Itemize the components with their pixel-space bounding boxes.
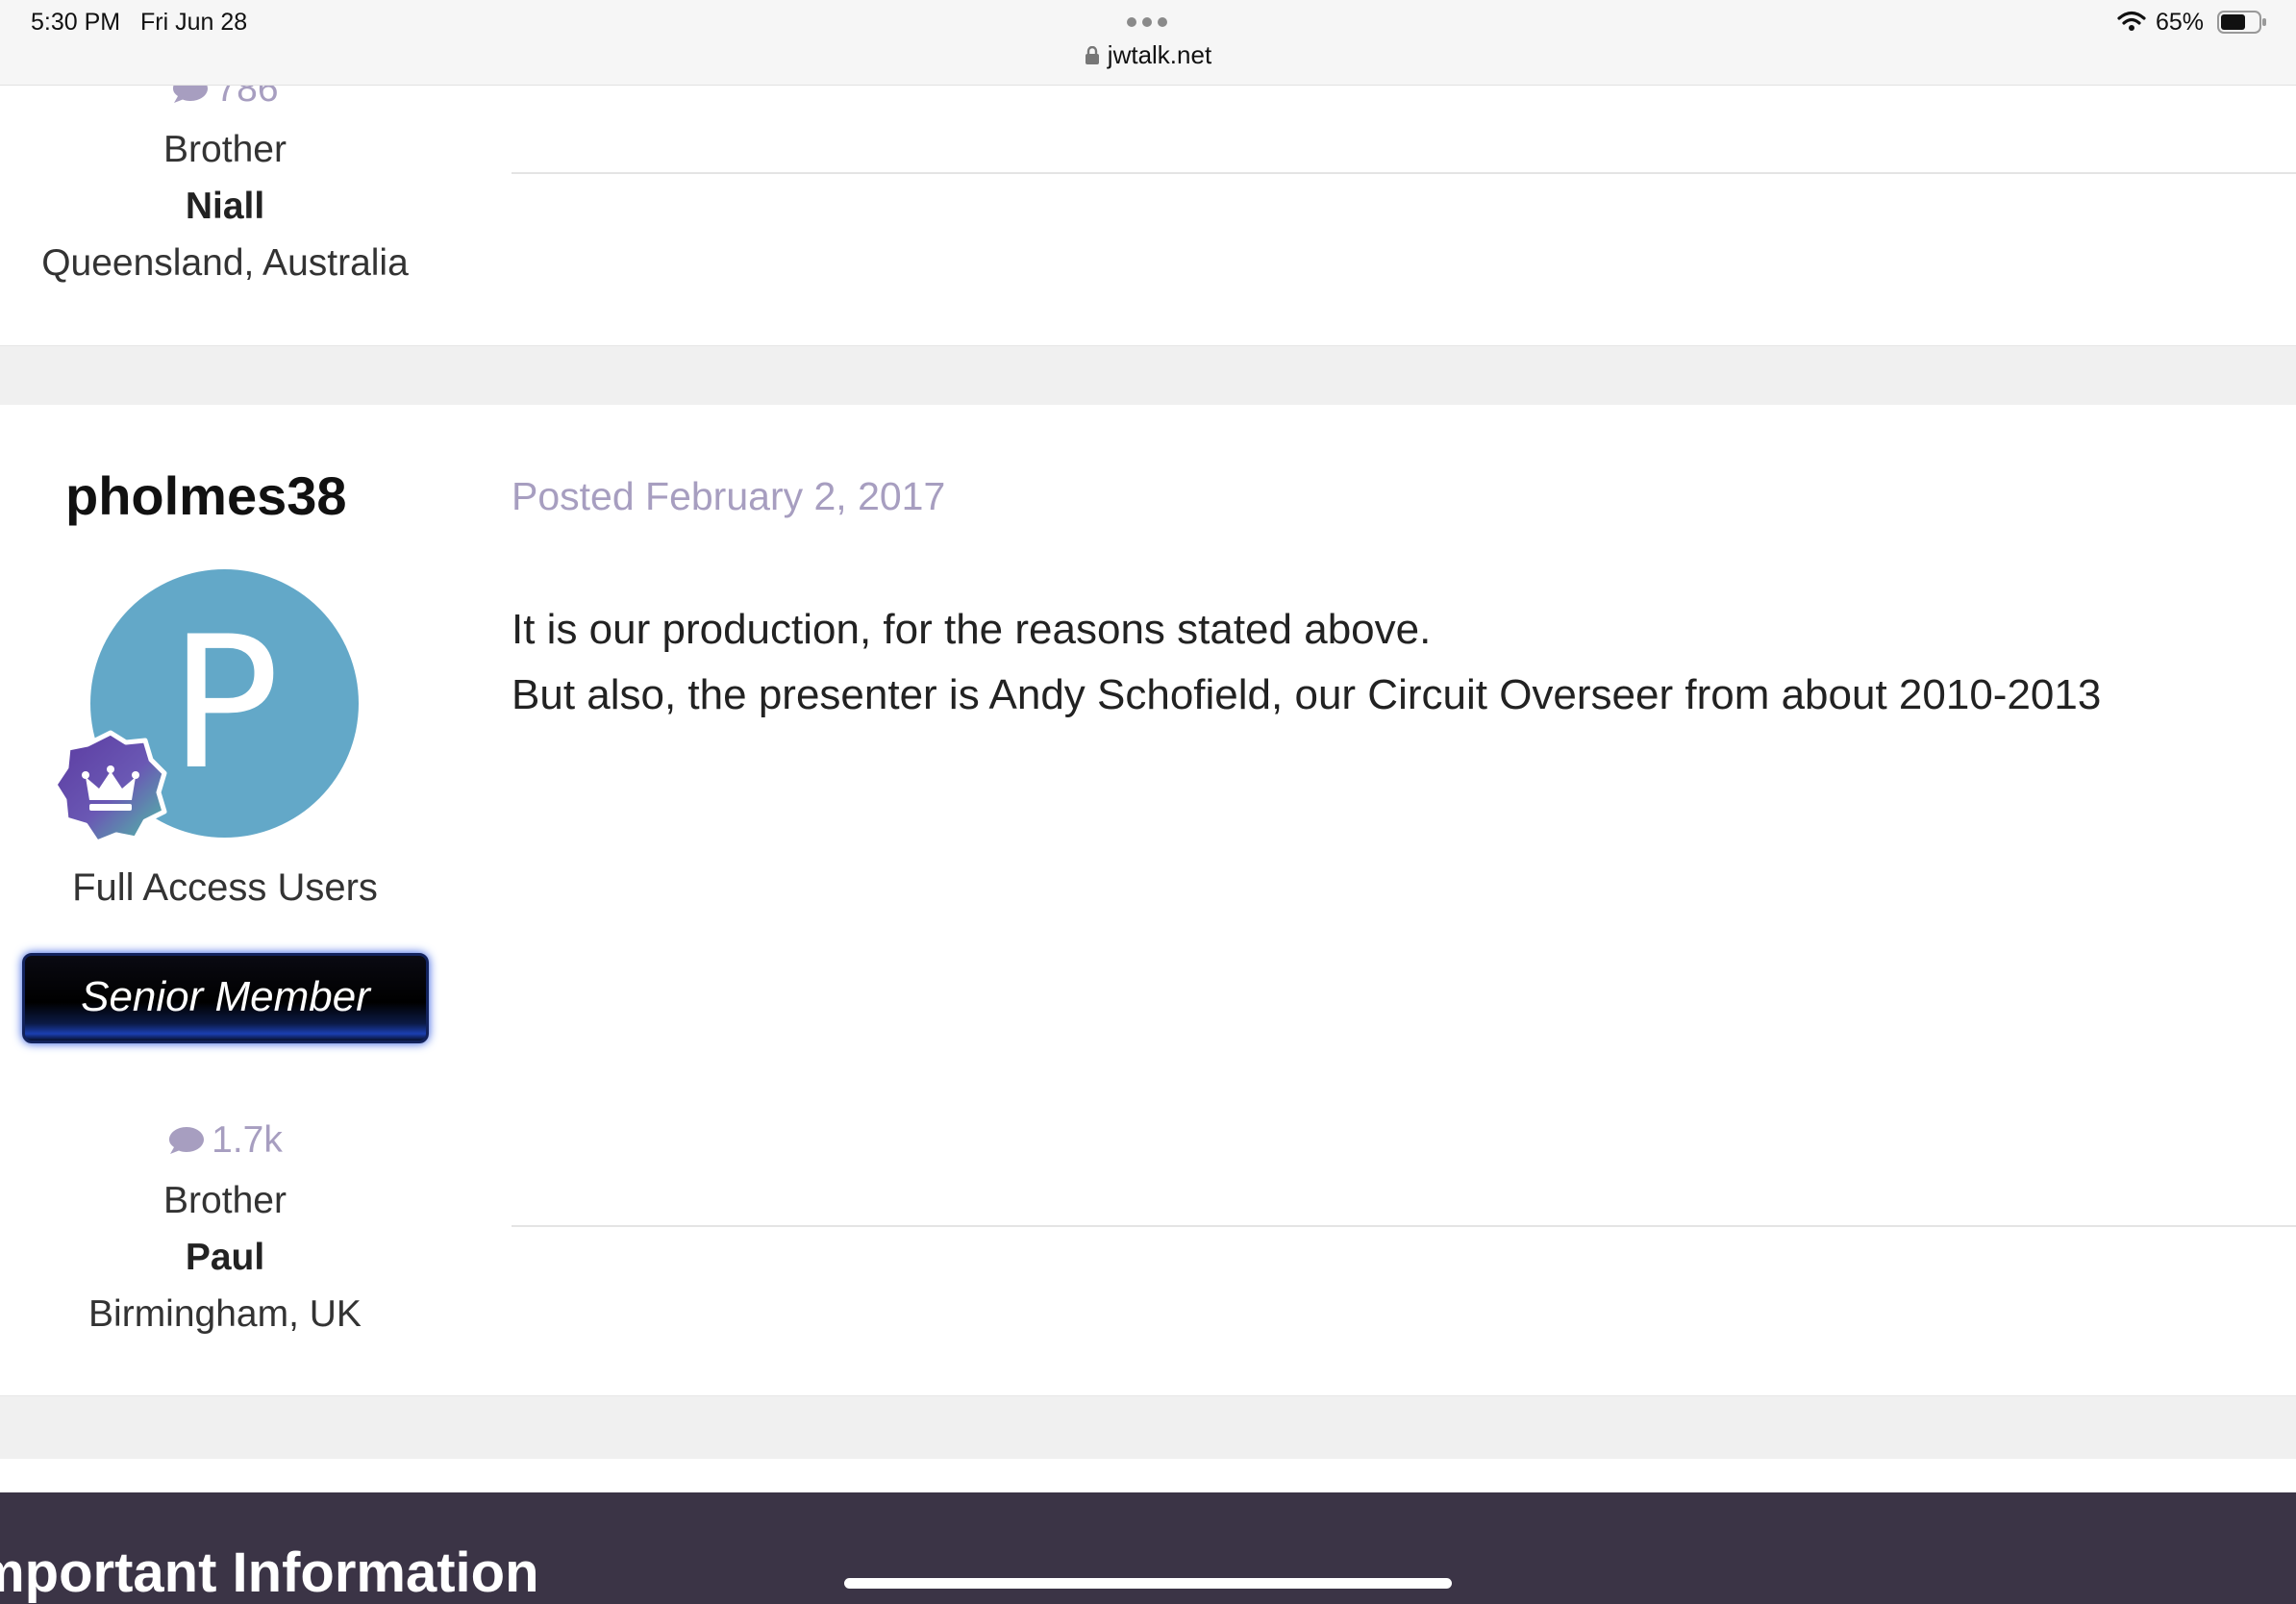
previous-post-title: Brother — [163, 129, 287, 170]
previous-post-author-info: 786 Brother Niall Queensland, Australia — [0, 61, 450, 291]
post-content-line: It is our production, for the reasons st… — [512, 606, 1432, 653]
post-separator — [0, 1395, 2296, 1459]
crown-icon[interactable] — [52, 729, 168, 849]
lock-icon — [1085, 42, 1100, 72]
post-date[interactable]: Posted February 2, 2017 — [512, 474, 945, 519]
post-content-line: But also, the presenter is Andy Schofiel… — [512, 671, 2102, 718]
address-bar[interactable]: jwtalk.net — [0, 40, 2296, 72]
author-first-name: Paul — [185, 1237, 265, 1278]
senior-member-badge: Senior Member — [22, 953, 429, 1043]
page: 5:30 PM Fri Jun 28 jwtalk.net 65% 786 Br… — [0, 0, 2296, 1604]
post-username[interactable]: pholmes38 — [65, 464, 347, 527]
post-author-info: 1.7k Brother Paul Birmingham, UK — [0, 1112, 450, 1342]
post-content: It is our production, for the reasons st… — [512, 597, 2101, 728]
battery-percent: 65% — [2156, 9, 2205, 36]
post-count[interactable]: 1.7k — [0, 1112, 450, 1172]
post-separator — [0, 345, 2296, 405]
home-indicator[interactable] — [844, 1578, 1452, 1589]
author-title: Brother — [163, 1180, 287, 1221]
post-divider — [512, 172, 2296, 174]
url-text: jwtalk.net — [1107, 40, 1212, 69]
previous-post-first-name: Niall — [185, 186, 265, 227]
comment-icon — [167, 1115, 206, 1172]
battery-icon — [2217, 11, 2267, 38]
previous-post-location: Queensland, Australia — [41, 242, 409, 284]
footer-title: Important Information — [0, 1541, 539, 1604]
user-group: Full Access Users — [72, 866, 378, 909]
avatar-letter: P — [169, 597, 280, 810]
post-divider — [512, 1225, 2296, 1227]
previous-post: 786 Brother Niall Queensland, Australia — [0, 68, 2296, 345]
author-location: Birmingham, UK — [88, 1293, 362, 1335]
post: pholmes38 P Full Access Users Senior Mem… — [0, 405, 2296, 1395]
status-time: 5:30 PM — [31, 9, 121, 36]
status-bar: 5:30 PM Fri Jun 28 jwtalk.net 65% — [0, 0, 2296, 86]
more-options-icon[interactable] — [1127, 17, 1167, 27]
wifi-icon — [2117, 11, 2146, 37]
status-date: Fri Jun 28 — [140, 9, 248, 36]
